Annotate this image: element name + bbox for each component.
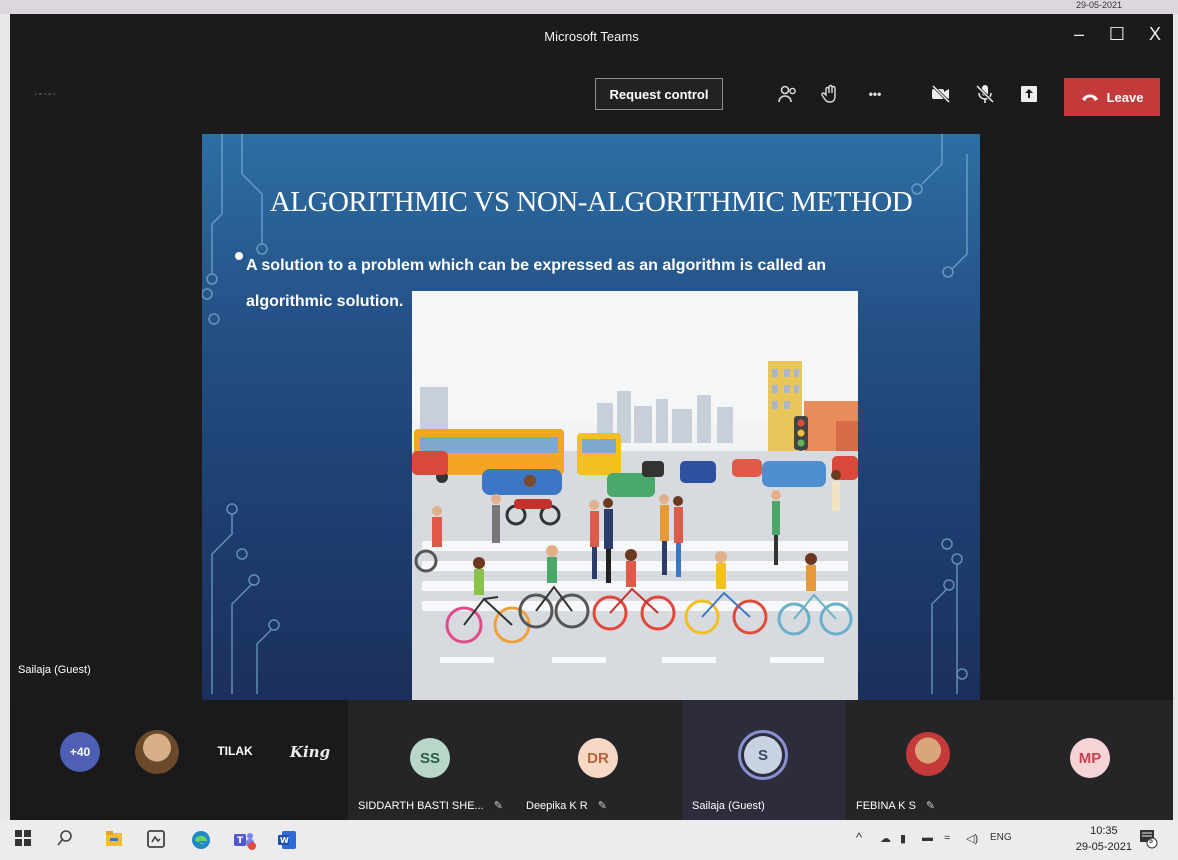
participant-tile[interactable]: SS SIDDARTH BASTI SHE... ✎ xyxy=(348,700,516,820)
request-control-button[interactable]: Request control xyxy=(595,78,723,110)
speaking-ring: S xyxy=(738,730,788,780)
participant-tile[interactable]: MP xyxy=(1006,700,1173,820)
participant-tile[interactable] xyxy=(125,700,195,820)
maximize-button[interactable]: ☐ xyxy=(1105,24,1129,45)
avatar: MP xyxy=(1070,738,1110,778)
avatar xyxy=(135,730,179,774)
participant-name: Deepika K R ✎ xyxy=(526,800,607,812)
leave-button[interactable]: Leave xyxy=(1064,78,1160,116)
shared-slide: ALGORITHMIC VS NON-ALGORITHMIC METHOD A … xyxy=(202,134,980,700)
mic-off-icon: ✎ xyxy=(925,800,936,812)
mic-off-icon: ✎ xyxy=(597,800,607,812)
window-controls: – ☐ X xyxy=(1067,24,1167,45)
participant-name: SIDDARTH BASTI SHE... ✎ xyxy=(358,800,503,812)
more-icon[interactable]: ••• xyxy=(862,82,888,106)
raise-hand-icon[interactable] xyxy=(818,82,844,106)
avatar-logo: King xyxy=(289,743,331,761)
usb-icon[interactable]: ▮ xyxy=(900,832,906,845)
windows-taskbar: T W ^ ☁ ▮ ▬ ≈ ◁) ENG 10:35 29-05-2021 5 xyxy=(0,820,1178,860)
overflow-participants-tile[interactable]: +40 xyxy=(50,700,120,820)
chevron-up-icon[interactable]: ^ xyxy=(856,830,862,845)
mic-off-icon: ✎ xyxy=(493,800,503,812)
teams-icon[interactable]: T xyxy=(232,829,256,851)
drag-handle-icon[interactable]: ·-·-· xyxy=(34,88,57,100)
camera-off-icon[interactable] xyxy=(928,82,954,106)
window-title: Microsoft Teams xyxy=(544,29,639,44)
clock-time: 10:35 xyxy=(1090,825,1118,837)
wifi-icon[interactable]: ≈ xyxy=(944,832,950,844)
ghost-date: 29-05-2021 xyxy=(1075,0,1122,10)
notification-count: 5 xyxy=(1149,838,1153,845)
mic-off-icon[interactable] xyxy=(972,82,998,106)
active-speaker-tile[interactable]: S Sailaja (Guest) xyxy=(682,700,846,820)
avatar: DR xyxy=(578,738,618,778)
speaker-icon[interactable]: ◁) xyxy=(966,832,978,845)
edge-icon[interactable] xyxy=(190,829,212,851)
svg-text:T: T xyxy=(237,836,244,846)
battery-icon[interactable]: ▬ xyxy=(922,832,933,844)
overflow-count-badge: +40 xyxy=(60,732,100,772)
participant-tile[interactable]: TILAK xyxy=(200,700,270,820)
leave-label: Leave xyxy=(1106,89,1144,105)
participant-tile[interactable]: King xyxy=(280,700,350,820)
search-icon[interactable] xyxy=(56,829,78,851)
file-explorer-icon[interactable] xyxy=(104,829,126,851)
teams-window: Microsoft Teams – ☐ X ·-·-· Request cont… xyxy=(10,14,1173,820)
title-bar: Microsoft Teams – ☐ X xyxy=(10,14,1173,60)
clock[interactable]: 10:35 29-05-2021 xyxy=(1076,823,1132,855)
system-tray: ^ ☁ ▮ ▬ ≈ ◁) ENG 10:35 29-05-2021 5 xyxy=(838,820,1178,860)
svg-text:W: W xyxy=(280,836,289,845)
snip-icon[interactable] xyxy=(146,829,168,851)
close-button[interactable]: X xyxy=(1143,24,1167,45)
language-indicator[interactable]: ENG xyxy=(990,832,1012,843)
avatar xyxy=(906,732,950,776)
slide-title: ALGORITHMIC VS NON-ALGORITHMIC METHOD xyxy=(269,186,913,218)
meeting-toolbar: ·-·-· Request control ••• Leave xyxy=(10,74,1173,122)
street-crossing-illustration xyxy=(412,291,858,700)
share-icon[interactable] xyxy=(1016,82,1042,106)
avatar: S xyxy=(744,736,782,774)
participant-strip: +40 TILAK King SS SIDDARTH BASTI SHE... ✎… xyxy=(10,700,1173,820)
people-icon[interactable] xyxy=(775,82,801,106)
participant-tile[interactable]: DR Deepika K R ✎ xyxy=(516,700,682,820)
bullet-line-1: A solution to a problem which can be exp… xyxy=(246,257,826,274)
participant-tile[interactable]: FEBINA K S ✎ xyxy=(846,700,1006,820)
windows-icon[interactable] xyxy=(14,829,36,851)
cloud-icon[interactable]: ☁ xyxy=(880,832,891,845)
background-photo-edge: 29-05-2021 xyxy=(0,0,1178,14)
clock-date: 29-05-2021 xyxy=(1075,841,1132,853)
bullet-point xyxy=(235,252,243,260)
minimize-button[interactable]: – xyxy=(1067,24,1091,45)
avatar: SS xyxy=(410,738,450,778)
word-icon[interactable]: W xyxy=(276,829,298,851)
participant-name: Sailaja (Guest) xyxy=(692,800,765,812)
notifications-icon[interactable]: 5 xyxy=(1138,828,1158,853)
presenter-name: Sailaja (Guest) xyxy=(18,664,91,676)
phone-icon xyxy=(1081,94,1098,101)
avatar-text: TILAK xyxy=(217,744,253,758)
participant-name: FEBINA K S ✎ xyxy=(856,800,936,812)
